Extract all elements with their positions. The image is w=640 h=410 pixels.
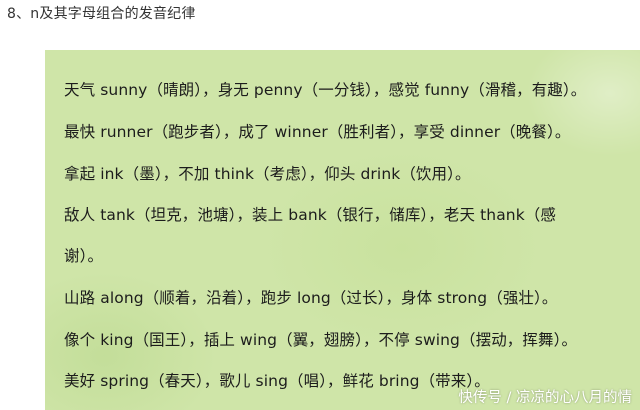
text-line: 谢）。 [64, 247, 104, 265]
text-line: 像个 king（国王），插上 wing（翼，翅膀），不停 swing（摆动，挥舞… [64, 331, 578, 349]
text-line: 最快 runner（跑步者），成了 winner（胜利者），享受 dinner（… [64, 123, 571, 141]
text-line: 美好 spring（春天），歌儿 sing（唱），鲜花 bring（带来）。 [64, 372, 490, 390]
section-heading: 8、n及其字母组合的发音纪律 [7, 6, 196, 22]
content-image-card: 天气 sunny（晴朗），身无 penny（一分钱），感觉 funny（滑稽，有… [45, 50, 640, 410]
text-line: 天气 sunny（晴朗），身无 penny（一分钱），感觉 funny（滑稽，有… [64, 81, 587, 99]
text-line: 敌人 tank（坦克，池塘），装上 bank（银行，储库），老天 thank（感 [64, 206, 556, 224]
text-line: 山路 along（顺着，沿着），跑步 long（过长），身体 strong（强壮… [64, 289, 558, 307]
article-page: 8、n及其字母组合的发音纪律 天气 sunny（晴朗），身无 penny（一分钱… [0, 0, 640, 410]
text-line: 拿起 ink（墨），不加 think（考虑），仰头 drink（饮用）。 [64, 165, 471, 183]
source-watermark: 快传号 / 凉凉的心八月的情 [458, 390, 632, 406]
